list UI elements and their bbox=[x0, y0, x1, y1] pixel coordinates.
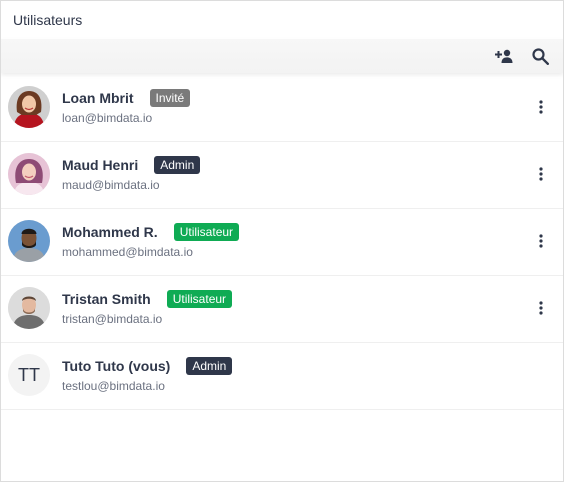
user-name: Mohammed R. bbox=[62, 224, 158, 240]
user-email: mohammed@bimdata.io bbox=[62, 245, 193, 259]
add-user-button[interactable] bbox=[495, 47, 513, 65]
user-row: TT Tuto Tuto (vous) Admin testlou@bimdat… bbox=[1, 343, 563, 410]
user-info: Tristan Smith Utilisateur tristan@bimdat… bbox=[62, 289, 233, 326]
role-badge: Admin bbox=[186, 357, 233, 375]
add-user-icon bbox=[495, 49, 513, 63]
role-badge: Admin bbox=[154, 156, 201, 174]
users-panel: Utilisateurs Loan Mbrit Invité loan@bimd… bbox=[0, 0, 564, 482]
more-options-button[interactable] bbox=[533, 231, 549, 251]
avatar: TT bbox=[8, 354, 50, 396]
role-badge: Utilisateur bbox=[166, 290, 233, 308]
user-email: tristan@bimdata.io bbox=[62, 312, 163, 326]
user-info: Loan Mbrit Invité loan@bimdata.io bbox=[62, 88, 191, 125]
user-row: Maud Henri Admin maud@bimdata.io bbox=[1, 142, 563, 209]
user-name: Tuto Tuto (vous) bbox=[62, 358, 171, 374]
user-list: Loan Mbrit Invité loan@bimdata.io Maud H… bbox=[1, 75, 563, 410]
search-button[interactable] bbox=[531, 47, 549, 65]
user-info: Tuto Tuto (vous) Admin testlou@bimdata.i… bbox=[62, 356, 233, 393]
more-options-button[interactable] bbox=[533, 164, 549, 184]
more-vertical-icon bbox=[539, 301, 543, 315]
user-name: Tristan Smith bbox=[62, 291, 151, 307]
role-badge: Invité bbox=[149, 89, 191, 107]
user-row: Loan Mbrit Invité loan@bimdata.io bbox=[1, 75, 563, 142]
user-name: Maud Henri bbox=[62, 157, 139, 173]
role-badge: Utilisateur bbox=[173, 223, 240, 241]
avatar bbox=[8, 220, 50, 262]
user-email: testlou@bimdata.io bbox=[62, 379, 165, 393]
more-vertical-icon bbox=[539, 100, 543, 114]
search-icon bbox=[531, 47, 549, 65]
panel-header: Utilisateurs bbox=[1, 1, 563, 39]
avatar bbox=[8, 86, 50, 128]
more-options-button[interactable] bbox=[533, 97, 549, 117]
user-row: Mohammed R. Utilisateur mohammed@bimdata… bbox=[1, 209, 563, 276]
avatar bbox=[8, 287, 50, 329]
user-row: Tristan Smith Utilisateur tristan@bimdat… bbox=[1, 276, 563, 343]
user-name: Loan Mbrit bbox=[62, 90, 134, 106]
user-info: Maud Henri Admin maud@bimdata.io bbox=[62, 155, 201, 192]
page-title: Utilisateurs bbox=[13, 12, 83, 28]
more-vertical-icon bbox=[539, 234, 543, 248]
user-email: loan@bimdata.io bbox=[62, 111, 153, 125]
more-options-button[interactable] bbox=[533, 298, 549, 318]
avatar bbox=[8, 153, 50, 195]
more-vertical-icon bbox=[539, 167, 543, 181]
user-info: Mohammed R. Utilisateur mohammed@bimdata… bbox=[62, 222, 240, 259]
user-email: maud@bimdata.io bbox=[62, 178, 160, 192]
toolbar bbox=[1, 39, 563, 73]
